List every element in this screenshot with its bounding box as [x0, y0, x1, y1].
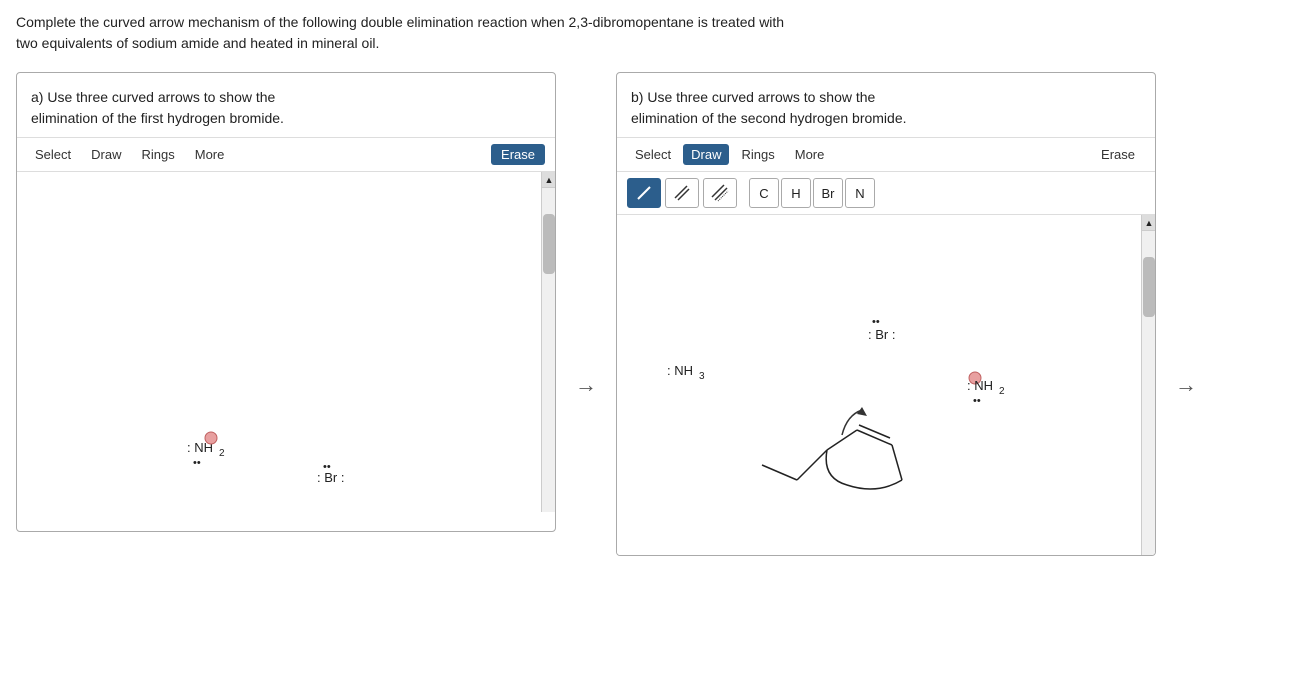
reaction-arrow-2: → [1156, 72, 1216, 398]
rings-button-b[interactable]: Rings [733, 144, 782, 165]
atom-Br-btn[interactable]: Br [813, 178, 843, 208]
triple-bond-icon [711, 184, 729, 202]
bond-toolbar-b: C H Br N [617, 172, 1155, 215]
panel-a-scrollbar[interactable]: ▲ [541, 172, 555, 512]
atom-N-btn[interactable]: N [845, 178, 875, 208]
erase-button-a[interactable]: Erase [491, 144, 545, 165]
erase-button-b[interactable]: Erase [1091, 144, 1145, 165]
atom-H-btn[interactable]: H [781, 178, 811, 208]
more-button-b[interactable]: More [787, 144, 833, 165]
svg-text:: Br :: : Br : [868, 327, 895, 342]
panel-a-drawing-area[interactable]: : NH₂ •• : Br : •• H : NH 2 [17, 172, 555, 512]
panels-container: a) Use three curved arrows to show the e… [16, 72, 1287, 556]
panel-b-scroll-thumb[interactable] [1143, 257, 1155, 317]
svg-text:2: 2 [219, 448, 225, 459]
svg-text:••: •• [323, 461, 331, 473]
panel-b-header: b) Use three curved arrows to show the e… [617, 73, 1155, 137]
svg-text:••: •• [193, 457, 201, 469]
svg-text:: NH: : NH [967, 378, 993, 393]
panel-b-scroll-up[interactable]: ▲ [1142, 215, 1155, 231]
panel-a-header: a) Use three curved arrows to show the e… [17, 73, 555, 137]
svg-text:: NH: : NH [667, 363, 693, 378]
select-button-b[interactable]: Select [627, 144, 679, 165]
single-bond-btn[interactable] [627, 178, 661, 208]
select-button-a[interactable]: Select [27, 144, 79, 165]
single-bond-icon [635, 184, 653, 202]
panel-b-scrollbar[interactable]: ▲ [1141, 215, 1155, 555]
molecule-a-svg: : NH₂ •• : Br : •• H : NH 2 [17, 172, 527, 502]
double-bond-icon [673, 184, 691, 202]
panel-b-drawing-area[interactable]: : NH 3 •• : Br : : NH 2 •• [617, 215, 1155, 555]
draw-button-b[interactable]: Draw [683, 144, 729, 165]
double-bond-btn[interactable] [665, 178, 699, 208]
draw-button-a[interactable]: Draw [83, 144, 129, 165]
atom-group: C H Br N [749, 178, 875, 208]
panel-a: a) Use three curved arrows to show the e… [16, 72, 556, 532]
atom-C-btn[interactable]: C [749, 178, 779, 208]
svg-text:: Br :: : Br : [317, 470, 344, 485]
question-text: Complete the curved arrow mechanism of t… [16, 12, 1266, 54]
panel-a-scroll-thumb[interactable] [543, 214, 555, 274]
reaction-arrow: → [556, 72, 616, 398]
panel-a-scroll-up[interactable]: ▲ [542, 172, 555, 188]
svg-text:2: 2 [999, 386, 1005, 397]
svg-text:••: •• [973, 395, 981, 407]
panel-b: b) Use three curved arrows to show the e… [616, 72, 1156, 556]
panel-a-toolbar: Select Draw Rings More Erase [17, 137, 555, 172]
svg-text:3: 3 [699, 371, 705, 382]
molecule-b-svg: : NH 3 •• : Br : : NH 2 •• [617, 215, 1107, 545]
triple-bond-btn[interactable] [703, 178, 737, 208]
panel-b-toolbar: Select Draw Rings More Erase [617, 137, 1155, 172]
rings-button-a[interactable]: Rings [133, 144, 182, 165]
more-button-a[interactable]: More [187, 144, 233, 165]
